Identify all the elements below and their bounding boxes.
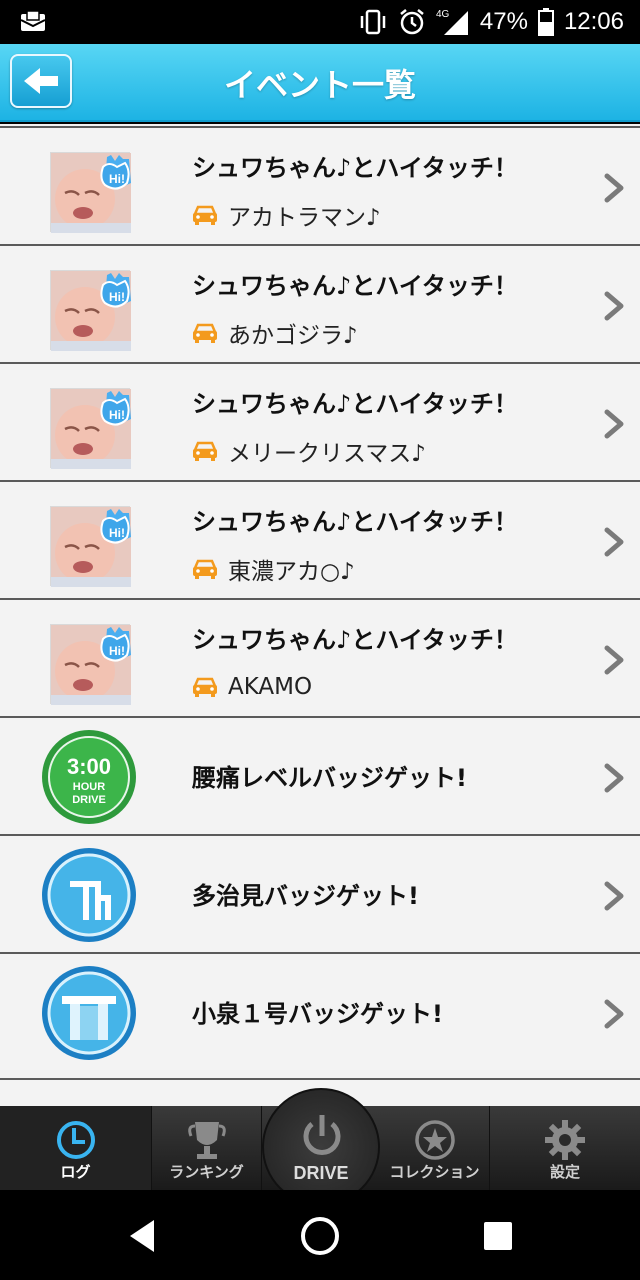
car-icon [193, 441, 217, 461]
three-hour-drive-badge: 3:00 HOUR DRIVE [42, 730, 136, 824]
system-nav-bar [0, 1190, 640, 1280]
app-header: イベント一覧 [0, 44, 640, 122]
svg-text:Hi!: Hi! [109, 172, 125, 186]
alarm-icon [400, 9, 424, 35]
event-subtitle-text: メリークリスマス♪ [228, 441, 426, 467]
event-title: シュワちゃん♪とハイタッチ！ [192, 390, 518, 418]
event-row[interactable]: 小泉１号バッジゲット! [0, 952, 640, 1070]
nav-recents-icon[interactable] [482, 1220, 514, 1252]
event-title: シュワちゃん♪とハイタッチ！ [192, 508, 518, 536]
event-thumbnail: Hi! [50, 624, 131, 705]
badge-line2: HOUR [73, 781, 105, 793]
page-title: イベント一覧 [223, 66, 416, 104]
nav-back-icon[interactable] [124, 1216, 164, 1256]
tab-log-label: ログ [60, 1163, 91, 1181]
event-row[interactable]: Hi! シュワちゃん♪とハイタッチ！ アカトラマン♪ [0, 126, 640, 244]
event-row[interactable]: Hi! シュワちゃん♪とハイタッチ！ メリークリスマス♪ [0, 362, 640, 480]
event-list: Hi! シュワちゃん♪とハイタッチ！ アカトラマン♪ Hi! シュワちゃん♪とハ… [0, 124, 640, 1106]
nav-home-icon[interactable] [298, 1214, 342, 1258]
event-row[interactable]: 3:00 HOUR DRIVE 腰痛レベルバッジゲット! [0, 716, 640, 834]
power-icon [303, 1115, 341, 1155]
event-row[interactable]: Hi! シュワちゃん♪とハイタッチ！ 東濃アカ○♪ [0, 480, 640, 598]
event-thumbnail: Hi! [50, 270, 131, 351]
car-icon [193, 323, 217, 343]
baby-hi-hand-image: Hi! [51, 625, 131, 705]
event-title: シュワちゃん♪とハイタッチ！ [192, 626, 518, 654]
event-thumbnail: Hi! [50, 152, 131, 233]
badge-line3: DRIVE [72, 794, 106, 806]
event-title: 多治見バッジゲット! [192, 882, 419, 910]
event-subtitle-text: 東濃アカ○♪ [228, 559, 355, 585]
tajimi-junction-badge [42, 848, 136, 942]
car-icon [193, 677, 217, 697]
bottom-tab-bar: ログ ランキング DRIVE コレクション 設定 [0, 1088, 640, 1206]
battery-icon [537, 8, 554, 36]
car-icon [193, 559, 217, 579]
tab-settings-label: 設定 [549, 1163, 580, 1181]
chevron-right-icon [604, 291, 624, 321]
event-subtitle-text: あかゴジラ♪ [228, 323, 358, 349]
battery-percent: 47% [479, 8, 528, 35]
tab-log[interactable]: ログ [0, 1106, 152, 1190]
event-subtitle: AKAMO [192, 670, 312, 704]
event-subtitle: アカトラマン♪ [192, 198, 381, 232]
chevron-right-icon [604, 527, 624, 557]
chevron-right-icon [604, 881, 624, 911]
clock-time: 12:06 [563, 8, 624, 35]
status-bar: 4G 47% 12:06 [0, 0, 640, 44]
baby-hi-hand-image: Hi! [51, 153, 131, 233]
tab-collection-label: コレクション [389, 1163, 480, 1181]
signal-icon: 4G [436, 9, 468, 35]
koizumi-bridge-badge [42, 966, 136, 1060]
chevron-right-icon [604, 173, 624, 203]
event-title: 腰痛レベルバッジゲット! [192, 764, 467, 792]
mail-notification-icon [20, 10, 46, 31]
gear-icon [545, 1120, 585, 1160]
event-row[interactable]: Hi! シュワちゃん♪とハイタッチ！ AKAMO [0, 598, 640, 716]
chevron-right-icon [604, 645, 624, 675]
event-row[interactable]: Hi! シュワちゃん♪とハイタッチ！ あかゴジラ♪ [0, 244, 640, 362]
event-row[interactable]: 多治見バッジゲット! [0, 834, 640, 952]
badge-line1: 3:00 [67, 754, 111, 779]
car-icon [193, 205, 217, 225]
tab-collection[interactable]: コレクション [380, 1106, 490, 1190]
svg-text:Hi!: Hi! [109, 644, 125, 658]
event-title: シュワちゃん♪とハイタッチ！ [192, 154, 518, 182]
tab-ranking[interactable]: ランキング [152, 1106, 262, 1190]
drive-button[interactable]: DRIVE [262, 1088, 380, 1206]
event-subtitle: 東濃アカ○♪ [192, 552, 355, 586]
baby-hi-hand-image: Hi! [51, 389, 131, 469]
event-subtitle: あかゴジラ♪ [192, 316, 358, 350]
event-thumbnail: Hi! [50, 506, 131, 587]
chevron-right-icon [604, 409, 624, 439]
vibrate-icon [360, 9, 386, 35]
star-icon [414, 1120, 455, 1160]
drive-label: DRIVE [293, 1163, 349, 1183]
baby-hi-hand-image: Hi! [51, 507, 131, 587]
clock-icon [56, 1121, 95, 1159]
chevron-right-icon [604, 999, 624, 1029]
event-thumbnail: Hi! [50, 388, 131, 469]
event-subtitle: メリークリスマス♪ [192, 434, 426, 468]
event-title: シュワちゃん♪とハイタッチ！ [192, 272, 518, 300]
svg-text:Hi!: Hi! [109, 290, 125, 304]
tab-settings[interactable]: 設定 [490, 1106, 640, 1190]
trophy-icon [187, 1122, 226, 1159]
event-subtitle-text: アカトラマン♪ [228, 205, 381, 231]
chevron-right-icon [604, 763, 624, 793]
baby-hi-hand-image: Hi! [51, 271, 131, 351]
svg-text:4G: 4G [436, 9, 450, 20]
svg-text:Hi!: Hi! [109, 408, 125, 422]
svg-text:Hi!: Hi! [109, 526, 125, 540]
event-subtitle-text: AKAMO [228, 674, 313, 700]
tab-ranking-label: ランキング [169, 1163, 244, 1181]
event-title: 小泉１号バッジゲット! [192, 1000, 443, 1028]
